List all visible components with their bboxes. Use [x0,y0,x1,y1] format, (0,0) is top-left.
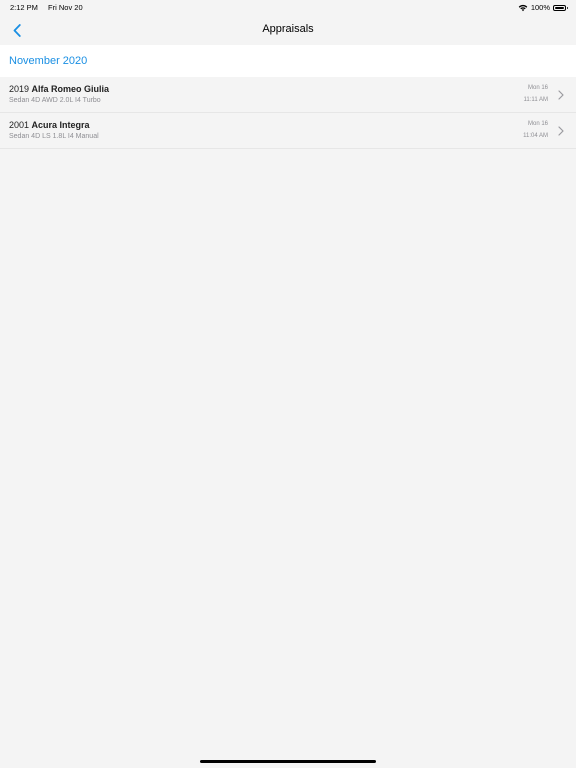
appraisals-list: 2019 Alfa Romeo Giulia Sedan 4D AWD 2.0L… [0,77,576,149]
navigation-bar: Appraisals [0,14,576,45]
status-time: 2:12 PM [10,3,38,12]
vehicle-title: 2001 Acura Integra [9,120,90,130]
battery-icon [553,4,568,11]
battery-percentage: 100% [530,3,550,12]
page-title: Appraisals [262,23,314,35]
appraisal-row[interactable]: 2001 Acura Integra Sedan 4D LS 1.8L I4 M… [0,113,576,149]
appraisal-time: 11:11 AM [523,97,548,103]
status-bar: 2:12 PM Fri Nov 20 100% [0,0,576,14]
battery-level [555,6,564,9]
vehicle-trim: Sedan 4D AWD 2.0L I4 Turbo [9,97,101,104]
status-date: Fri Nov 20 [48,3,83,12]
chevron-right-icon [558,126,564,136]
home-indicator[interactable] [200,760,376,763]
chevron-right-icon [558,90,564,100]
vehicle-trim: Sedan 4D LS 1.8L I4 Manual [9,133,99,140]
vehicle-model: Acura Integra [31,120,90,130]
vehicle-model: Alfa Romeo Giulia [31,84,110,94]
appraisal-date: Mon 16 [527,121,548,127]
appraisal-row[interactable]: 2019 Alfa Romeo Giulia Sedan 4D AWD 2.0L… [0,77,576,113]
status-left: 2:12 PM Fri Nov 20 [10,3,91,12]
vehicle-title: 2019 Alfa Romeo Giulia [9,84,109,94]
appraisal-time: 11:04 AM [523,133,548,139]
vehicle-year: 2019 [9,84,30,94]
status-right: 100% [518,3,568,12]
section-header: November 2020 [0,45,576,77]
vehicle-year: 2001 [9,120,30,130]
section-title: November 2020 [9,55,88,67]
wifi-icon [518,4,528,11]
appraisal-date: Mon 16 [527,85,548,91]
